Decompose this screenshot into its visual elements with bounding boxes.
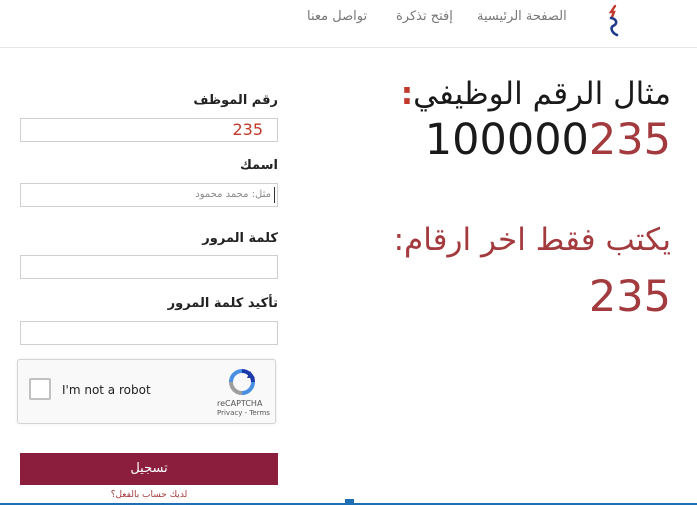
- existing-account-link[interactable]: لديك حساب بالفعل؟: [20, 490, 278, 500]
- example-number: 100000235: [425, 115, 671, 165]
- confirm-password-label: تأكيد كلمة المرور: [167, 296, 278, 311]
- employee-id-label: رقم الموظف: [193, 93, 278, 108]
- password-input[interactable]: [20, 255, 278, 279]
- nav-home-link[interactable]: الصفحة الرئيسية: [477, 9, 567, 24]
- bottom-handle[interactable]: [345, 499, 354, 505]
- register-button[interactable]: تسجيل: [20, 453, 278, 485]
- recaptcha-checkbox[interactable]: [29, 378, 51, 400]
- example-heading: مثال الرقم الوظيفي:: [387, 76, 671, 112]
- hint-heading: يكتب فقط اخر ارقام:: [380, 222, 671, 258]
- hint-number: 235: [588, 272, 671, 322]
- top-navbar: تواصل معنا إفتح تذكرة الصفحة الرئيسية: [0, 0, 697, 48]
- recaptcha-brand: reCAPTCHA: [217, 399, 263, 408]
- example-colon: :: [400, 76, 414, 112]
- employee-id-value: 235: [232, 120, 263, 139]
- confirm-password-input[interactable]: [20, 321, 278, 345]
- hint-text: يكتب فقط اخر ارقام: [404, 222, 671, 258]
- example-number-prefix: 100000: [424, 115, 589, 165]
- text-caret: [274, 187, 275, 203]
- example-title: مثال الرقم الوظيفي: [413, 76, 671, 112]
- recaptcha-widget: I'm not a robot reCAPTCHA Privacy - Term…: [17, 359, 276, 424]
- nav-contact-link[interactable]: تواصل معنا: [307, 9, 367, 24]
- hint-colon: :: [393, 222, 405, 258]
- site-logo-icon[interactable]: [604, 4, 624, 38]
- name-label: اسمك: [239, 158, 278, 173]
- recaptcha-label: I'm not a robot: [62, 383, 151, 397]
- recaptcha-links[interactable]: Privacy - Terms: [217, 409, 270, 417]
- nav-open-ticket-link[interactable]: إفتح تذكرة: [396, 9, 453, 24]
- example-number-suffix: 235: [588, 115, 671, 165]
- name-placeholder: مثل: محمد محمود: [195, 189, 271, 200]
- password-label: كلمة المرور: [202, 231, 278, 246]
- recaptcha-logo-icon: [229, 369, 255, 395]
- name-input[interactable]: مثل: محمد محمود: [20, 183, 278, 207]
- employee-id-input[interactable]: 235: [20, 118, 278, 142]
